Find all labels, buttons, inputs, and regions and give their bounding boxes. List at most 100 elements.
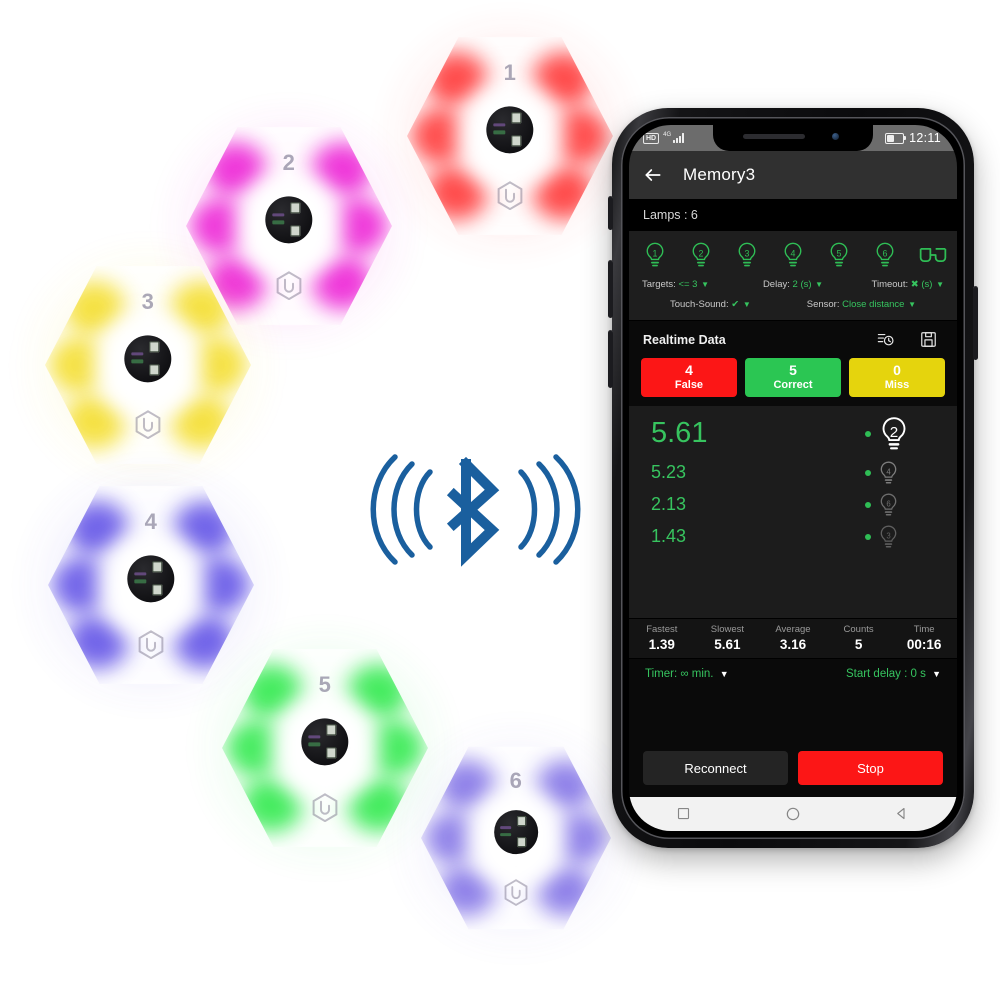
mute-switch[interactable] — [608, 196, 613, 230]
targets-setting[interactable]: Targets: <= 3 ▼ — [642, 279, 743, 290]
timeout-setting[interactable]: Timeout: ✖ (s) ▼ — [843, 279, 945, 290]
hit-indicator-dot — [865, 501, 871, 508]
realtime-data-header: Realtime Data — [629, 320, 957, 358]
touch-sound-value: ✔ — [731, 299, 740, 310]
stat-header-slowest: Slowest — [710, 623, 745, 635]
realtime-row-marker: 2 — [865, 415, 939, 453]
chevron-down-icon: ▼ — [742, 300, 751, 309]
hexagon-knot-logo — [497, 180, 524, 210]
hexagon-knot-logo — [504, 879, 529, 907]
phone-notch — [713, 125, 873, 151]
timeout-value: ✖ (s) — [910, 279, 933, 290]
lamp-bulb-icon-6: 6 — [877, 492, 900, 518]
lamp-number-label: 5 — [318, 671, 332, 697]
stop-button[interactable]: Stop — [798, 751, 943, 786]
statistics-header-row: Fastest Slowest Average Counts Time — [629, 624, 957, 637]
reaction-time-value: 1.43 — [651, 526, 687, 547]
signal-bars-icon — [673, 133, 685, 143]
lamp-device-3: 3 — [39, 262, 257, 468]
score-card-false: 4 False — [641, 358, 737, 397]
stat-header-fastest: Fastest — [646, 623, 678, 635]
android-navigation-bar — [629, 797, 957, 831]
realtime-row-marker: 6 — [865, 492, 939, 518]
svg-text:5: 5 — [837, 249, 842, 259]
lamp-bulb-icon-6[interactable]: 6 — [872, 241, 898, 269]
realtime-row-marker: 3 — [865, 524, 939, 550]
touch-sound-label: Touch-Sound: — [669, 299, 729, 310]
history-list-icon[interactable] — [877, 331, 894, 348]
sensor-label: Sensor: — [806, 299, 840, 310]
glasses-icon[interactable] — [918, 241, 947, 269]
svg-text:3: 3 — [745, 249, 750, 259]
phone-device: HD 4G 12:11 Memory3 Lamps: 6 1 2 3 4 5 … — [608, 108, 978, 848]
timer-value: ∞ min. — [680, 667, 714, 680]
svg-text:1: 1 — [653, 249, 658, 259]
earpiece-speaker — [743, 134, 805, 139]
lamp-device-1: 1 — [401, 33, 619, 239]
stat-header-average: Average — [775, 623, 811, 635]
svg-text:2: 2 — [699, 249, 704, 259]
timer-setting[interactable]: Timer: ∞ min. ▼ — [645, 668, 846, 680]
recents-square-icon[interactable] — [676, 806, 692, 822]
hexagon-knot-logo — [312, 792, 339, 822]
volume-down-button[interactable] — [608, 330, 613, 388]
back-triangle-icon[interactable] — [894, 806, 910, 822]
lamp-bulb-icon-3[interactable]: 3 — [734, 241, 760, 269]
network-type-label: 4G — [663, 132, 672, 138]
lamp-device-5: 5 — [216, 645, 434, 851]
targets-value: <= 3 — [678, 279, 698, 290]
lamp-bulb-icon-2[interactable]: 2 — [688, 241, 714, 269]
svg-text:3: 3 — [886, 531, 890, 540]
score-label: Correct — [773, 378, 813, 391]
touch-sound-setting[interactable]: Touch-Sound: ✔ ▼ — [670, 299, 751, 310]
start-delay-setting[interactable]: Start delay : 0 s ▼ — [846, 668, 941, 680]
chevron-down-icon: ▼ — [719, 668, 729, 679]
phone-screen: HD 4G 12:11 Memory3 Lamps: 6 1 2 3 4 5 … — [629, 125, 957, 831]
delay-setting[interactable]: Delay: 2 (s) ▼ — [743, 279, 844, 290]
start-delay-label: Start delay : — [845, 667, 908, 680]
bluetooth-icon — [368, 452, 583, 567]
reaction-time-value: 2.13 — [651, 494, 687, 515]
lamp-sensor-module — [494, 810, 538, 855]
chevron-down-icon: ▼ — [815, 280, 824, 289]
stat-value-average: 3.16 — [779, 636, 807, 652]
lamp-number-label: 3 — [141, 288, 155, 314]
hexagon-knot-logo — [135, 409, 162, 439]
svg-text:2: 2 — [890, 424, 898, 441]
timer-label: Timer: — [645, 667, 678, 680]
reconnect-button[interactable]: Reconnect — [643, 751, 788, 786]
home-circle-icon[interactable] — [785, 806, 801, 822]
svg-text:6: 6 — [883, 249, 888, 259]
back-arrow-icon[interactable] — [643, 165, 663, 185]
app-content: Lamps : 6 1 2 3 4 5 6 Targets: <= 3 ▼ Delay: … — [629, 199, 957, 798]
app-bar: Memory3 — [629, 151, 957, 199]
chevron-down-icon: ▼ — [701, 280, 710, 289]
power-button[interactable] — [973, 286, 978, 360]
lamp-number-label: 6 — [509, 767, 523, 793]
chevron-down-icon: ▼ — [932, 668, 941, 679]
config-section: 1 2 3 4 5 6 Targets: <= 3 ▼ Delay: 2 (s) ▼ Ti… — [629, 231, 957, 320]
score-card-correct: 5 Correct — [745, 358, 841, 397]
lamp-bulb-icon-5[interactable]: 5 — [826, 241, 852, 269]
scene: 1 2 3 4 5 6 HD 4G 12:11 Memory3 Lamps: 6 1 2… — [0, 0, 1000, 1000]
lamp-bulb-icon-4: 4 — [877, 460, 900, 486]
hit-indicator-dot — [865, 469, 871, 476]
stat-header-time: Time — [913, 623, 935, 635]
save-floppy-icon[interactable] — [920, 331, 937, 348]
sensor-setting[interactable]: Sensor: Close distance ▼ — [807, 299, 916, 310]
hexagon-knot-logo — [276, 270, 303, 300]
start-delay-value: 0 s — [910, 667, 926, 680]
config-row-2: Touch-Sound: ✔ ▼ Sensor: Close distance … — [629, 292, 957, 312]
volume-up-button[interactable] — [608, 260, 613, 318]
lamp-bulb-icon-1[interactable]: 1 — [642, 241, 668, 269]
svg-text:4: 4 — [791, 249, 796, 259]
realtime-row: 5.23 4 — [629, 457, 957, 489]
status-bar-clock: 12:11 — [909, 131, 941, 145]
lamp-number-label: 2 — [282, 149, 296, 175]
score-cards: 4 False 5 Correct 0 Miss — [629, 358, 957, 406]
sensor-value: Close distance — [842, 299, 905, 310]
realtime-data-title: Realtime Data — [643, 332, 726, 347]
targets-label: Targets: — [642, 279, 676, 290]
lamp-bulb-icon-4[interactable]: 4 — [780, 241, 806, 269]
timeout-label: Timeout: — [871, 279, 909, 290]
